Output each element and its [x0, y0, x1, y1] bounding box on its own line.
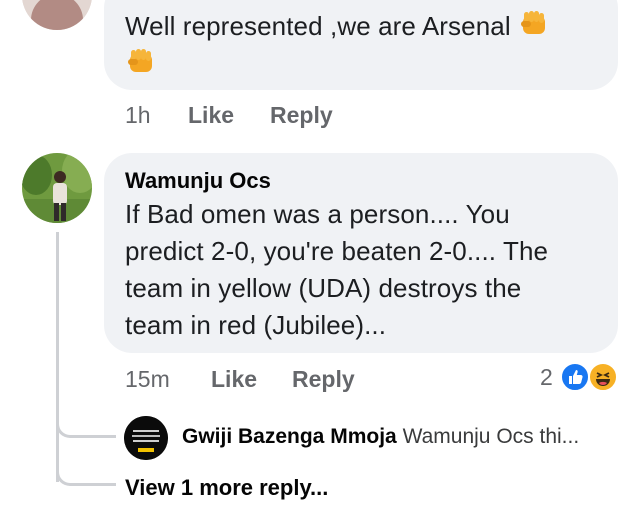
view-more-replies-link[interactable]: View 1 more reply... [125, 475, 328, 501]
comment-text-line: If Bad omen was a person.... You [125, 199, 510, 229]
comment-author[interactable]: Wamunju Ocs [125, 168, 271, 194]
haha-icon[interactable] [588, 362, 618, 392]
comment-text-line: team in yellow (UDA) destroys the [125, 273, 522, 303]
reply-button[interactable]: Reply [292, 366, 355, 393]
reply-snippet: Wamunju Ocs thi... [402, 425, 580, 448]
like-button[interactable]: Like [211, 366, 257, 393]
reply-author[interactable]: Gwiji Bazenga Mmoja [182, 425, 397, 448]
thread-connector [56, 412, 116, 438]
commenter-avatar[interactable] [22, 0, 92, 30]
reply-button[interactable]: Reply [270, 102, 333, 129]
like-button[interactable]: Like [188, 102, 234, 129]
raised-fist-icon [518, 7, 550, 49]
thread-line [56, 232, 59, 482]
raised-fist-icon [125, 45, 157, 82]
comment-text-line: team in red (Jubilee)... [125, 310, 387, 340]
reaction-count[interactable]: 2 [540, 364, 553, 391]
comment-time[interactable]: 15m [125, 366, 170, 393]
reply-author-avatar[interactable] [124, 416, 168, 460]
commenter-avatar[interactable] [22, 153, 92, 223]
like-icon[interactable] [560, 362, 590, 392]
thread-connector [56, 460, 116, 486]
comment-text: Well represented ,we are Arsenal [125, 7, 595, 49]
comment-text: If Bad omen was a person.... You predict… [125, 196, 605, 344]
reply-preview[interactable]: Gwiji Bazenga Mmoja Wamunju Ocs thi... [182, 425, 579, 449]
comment-time[interactable]: 1h [125, 102, 151, 129]
comment-text-line: predict 2-0, you're beaten 2-0.... The [125, 236, 549, 266]
